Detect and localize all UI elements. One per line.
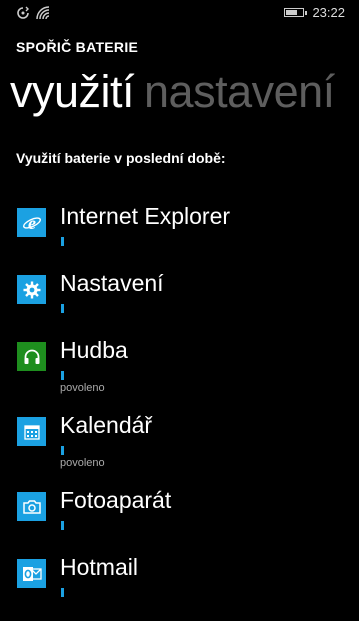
status-left <box>16 6 50 25</box>
list-item-hotmail[interactable]: Hotmail <box>0 547 359 621</box>
usage-bar <box>61 371 64 380</box>
app-name: Kalendář <box>60 412 153 438</box>
gear-icon <box>17 275 46 304</box>
list-item-kalendar[interactable]: Kalendář povoleno <box>0 405 359 479</box>
usage-bar <box>61 446 64 455</box>
app-name: Hotmail <box>60 554 138 580</box>
usage-bar <box>61 237 64 246</box>
status-bar: 23:22 <box>0 0 359 26</box>
app-title: SPOŘIČ BATERIE <box>16 39 139 55</box>
usage-bar <box>61 521 64 530</box>
camera-icon <box>17 492 46 521</box>
svg-text:e: e <box>28 213 36 233</box>
usage-bar <box>61 588 64 597</box>
app-status: povoleno <box>60 382 105 394</box>
app-name: Hudba <box>60 337 128 363</box>
app-name: Fotoaparát <box>60 487 172 513</box>
usage-bar <box>61 304 64 313</box>
app-name: Nastavení <box>60 270 164 296</box>
internet-explorer-icon: e <box>17 208 46 237</box>
app-name: Internet Explorer <box>60 203 231 229</box>
status-time: 23:22 <box>312 5 345 20</box>
pivot-header: využití nastavení <box>10 62 345 122</box>
calendar-icon <box>17 417 46 446</box>
list-item-nastaveni[interactable]: Nastavení <box>0 263 359 337</box>
status-right: 23:22 <box>284 5 345 20</box>
list-item-internet-explorer[interactable]: e Internet Explorer <box>0 196 359 270</box>
section-heading: Využití baterie v poslední době: <box>16 150 226 166</box>
tab-nastaveni[interactable]: nastavení <box>144 66 335 117</box>
outlook-icon <box>17 559 46 588</box>
sync-icon <box>16 6 30 25</box>
battery-icon <box>284 8 308 17</box>
battery-level <box>286 10 298 15</box>
list-item-hudba[interactable]: Hudba povoleno <box>0 330 359 404</box>
app-status: povoleno <box>60 457 105 469</box>
headphones-icon <box>17 342 46 371</box>
tab-vyuziti[interactable]: využití <box>10 66 135 117</box>
wifi-icon <box>36 6 50 25</box>
list-item-fotoaparat[interactable]: Fotoaparát <box>0 480 359 554</box>
